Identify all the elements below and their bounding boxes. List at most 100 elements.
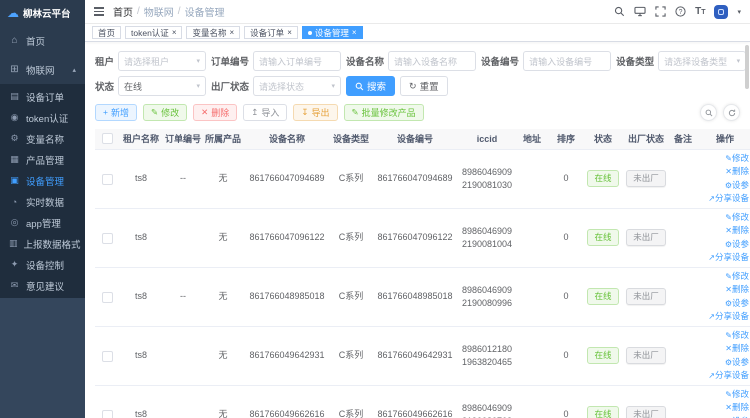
sidebar-item-product[interactable]: ▦产品管理 [0, 149, 85, 170]
batch-edit-button[interactable]: ✎批量修改产品 [344, 104, 424, 121]
refresh-table-button[interactable] [723, 104, 740, 121]
tab-设备管理[interactable]: 设备管理× [302, 26, 363, 39]
sidebar-item-device_manage[interactable]: ▣设备管理 [0, 170, 85, 191]
close-icon[interactable]: × [172, 29, 177, 37]
cell-device-type: C系列 [331, 267, 371, 326]
chevron-down-icon: ▾ [197, 57, 201, 65]
monitor-icon[interactable] [634, 6, 646, 17]
sidebar-item-realtime[interactable]: ◔实时数据 [0, 191, 85, 212]
breadcrumb-separator: / [178, 6, 181, 17]
params-link[interactable]: ⚙设参 [699, 415, 749, 418]
device-no-input[interactable]: 请输入设备编号 [523, 51, 611, 71]
upload-button[interactable]: ↥导入 [243, 104, 287, 121]
filter-status: 状态 在线 ▾ [95, 76, 206, 96]
device-type-select[interactable]: 请选择设备类型 ▾ [658, 51, 746, 71]
cell-factory-status: 未出厂 [623, 208, 669, 267]
share-link[interactable]: ↗分享设备 [699, 310, 749, 324]
avatar[interactable] [714, 5, 728, 19]
cell-status: 在线 [583, 208, 623, 267]
row-checkbox[interactable] [102, 410, 113, 418]
row-checkbox[interactable] [102, 174, 113, 185]
params-link[interactable]: ⚙设参 [699, 297, 749, 311]
question-icon[interactable]: ? [675, 6, 686, 17]
sidebar-item-device_control[interactable]: ✦设备控制 [0, 254, 85, 275]
edit-link[interactable]: ✎修改 [699, 152, 749, 166]
close-icon[interactable]: × [287, 29, 292, 37]
sidebar-item-token[interactable]: ◉token认证 [0, 107, 85, 128]
select-all-checkbox[interactable] [102, 133, 113, 144]
row-checkbox[interactable] [102, 233, 113, 244]
edit-link[interactable]: ✎修改 [699, 329, 749, 343]
delete-link[interactable]: ✕删除 [699, 224, 749, 238]
status-select[interactable]: 在线 ▾ [118, 76, 206, 96]
tab-变量名称[interactable]: 变量名称× [186, 26, 240, 39]
tab-设备订单[interactable]: 设备订单× [244, 26, 298, 39]
delete-link[interactable]: ✕删除 [699, 283, 749, 297]
sidebar-item-app_manage[interactable]: ◎app管理 [0, 212, 85, 233]
font-size-icon[interactable]: TT [695, 6, 705, 17]
refresh-icon: ↻ [409, 82, 417, 91]
sidebar-item-label: app管理 [26, 216, 61, 230]
order-no-input[interactable]: 请输入订单编号 [253, 51, 341, 71]
factory-status-badge[interactable]: 未出厂 [626, 406, 666, 418]
factory-status-badge[interactable]: 未出厂 [626, 288, 666, 305]
sidebar-item-report_format[interactable]: ▥上报数据格式 [0, 233, 85, 254]
op-link-label: 删除 [732, 166, 749, 176]
scrollbar-thumb[interactable] [745, 45, 749, 89]
cell-order-no: -- [163, 267, 203, 326]
factory-status-badge[interactable]: 未出厂 [626, 347, 666, 364]
device-name-placeholder: 请输入设备名称 [394, 55, 457, 68]
cell-order-no [163, 385, 203, 418]
edit-link[interactable]: ✎修改 [699, 211, 749, 225]
params-link[interactable]: ⚙设参 [699, 179, 749, 193]
sidebar-item-iot[interactable]: ⊞ 物联网 ▴ [0, 55, 85, 84]
download-button[interactable]: ↧导出 [293, 104, 337, 121]
edit-button[interactable]: ✎修改 [143, 104, 187, 121]
delete-link[interactable]: ✕删除 [699, 165, 749, 179]
cell-product: 无 [203, 326, 243, 385]
breadcrumb-item[interactable]: 首页 [113, 4, 133, 19]
sidebar-menu: ⌂ 首页 ⊞ 物联网 ▴ ▤设备订单◉token认证⚙变量名称▦产品管理▣设备管… [0, 26, 85, 298]
edit-link[interactable]: ✎修改 [699, 270, 749, 284]
factory-status-badge[interactable]: 未出厂 [626, 229, 666, 246]
search-button[interactable]: 搜索 [346, 76, 395, 96]
share-link[interactable]: ↗分享设备 [699, 369, 749, 383]
tab-首页[interactable]: 首页 [92, 26, 121, 39]
cell-device-no: 861766047094689 [371, 149, 459, 208]
row-checkbox[interactable] [102, 351, 113, 362]
sidebar-item-feedback[interactable]: ✉意见建议 [0, 275, 85, 296]
delete-button[interactable]: ✕删除 [193, 104, 237, 121]
share-icon: ↗ [708, 371, 715, 380]
edit-link[interactable]: ✎修改 [699, 388, 749, 402]
factory-status-select[interactable]: 请选择状态 ▾ [253, 76, 341, 96]
tab-token认证[interactable]: token认证× [125, 26, 182, 39]
tab-label: 首页 [98, 27, 115, 39]
sidebar-item-home[interactable]: ⌂ 首页 [0, 26, 85, 55]
home-icon: ⌂ [9, 35, 20, 46]
params-link[interactable]: ⚙设参 [699, 238, 749, 252]
chevron-down-icon[interactable]: ▾ [737, 8, 741, 16]
tenant-select[interactable]: 请选择租户 ▾ [118, 51, 206, 71]
delete-link[interactable]: ✕删除 [699, 342, 749, 356]
sidebar-collapse-icon[interactable] [94, 7, 104, 16]
sidebar-item-order[interactable]: ▤设备订单 [0, 86, 85, 107]
fullscreen-icon[interactable] [655, 6, 666, 17]
close-icon[interactable]: × [230, 29, 235, 37]
cell-address [515, 267, 549, 326]
close-icon[interactable]: × [352, 29, 357, 37]
device-name-input[interactable]: 请输入设备名称 [388, 51, 476, 71]
toggle-search-button[interactable] [700, 104, 717, 121]
reset-button[interactable]: ↻ 重置 [400, 76, 448, 96]
cell-status: 在线 [583, 267, 623, 326]
params-link[interactable]: ⚙设参 [699, 356, 749, 370]
share-link[interactable]: ↗分享设备 [699, 192, 749, 206]
breadcrumb-item[interactable]: 物联网 [144, 4, 174, 19]
search-icon[interactable] [614, 6, 625, 17]
sidebar-item-variable[interactable]: ⚙变量名称 [0, 128, 85, 149]
factory-status-badge[interactable]: 未出厂 [626, 170, 666, 187]
delete-link[interactable]: ✕删除 [699, 401, 749, 415]
row-checkbox[interactable] [102, 292, 113, 303]
reset-button-label: 重置 [420, 79, 439, 93]
plus-button[interactable]: +新增 [95, 104, 137, 121]
share-link[interactable]: ↗分享设备 [699, 251, 749, 265]
